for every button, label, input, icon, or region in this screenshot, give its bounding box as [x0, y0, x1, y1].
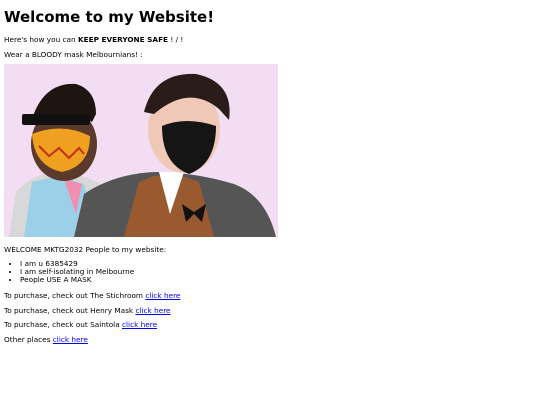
purchase-text: To purchase, check out Saintola — [4, 320, 122, 329]
purchase-line-stichroom: To purchase, check out The Stichroom cli… — [4, 291, 180, 300]
list-item: People USE A MASK — [20, 276, 134, 284]
page-title: Welcome to my Website! — [4, 8, 215, 26]
other-places-link[interactable]: click here — [53, 335, 88, 344]
info-list: I am u 6385429 I am self-isolating in Me… — [4, 260, 134, 284]
mask-subtitle: Wear a BLOODY mask Melbournians! : — [4, 50, 143, 59]
saintola-link[interactable]: click here — [122, 320, 157, 329]
intro-suffix: ! / ! — [168, 35, 184, 44]
intro-prefix: Here's how you can — [4, 35, 78, 44]
hero-illustration — [9, 73, 276, 237]
other-places-text: Other places — [4, 335, 53, 344]
welcome-text: WELCOME MKTG2032 People to my website: — [4, 245, 167, 254]
purchase-text: To purchase, check out Henry Mask — [4, 306, 136, 315]
left-sunglasses — [22, 114, 90, 125]
purchase-line-henry-mask: To purchase, check out Henry Mask click … — [4, 306, 171, 315]
intro-text: Here's how you can KEEP EVERYONE SAFE ! … — [4, 35, 183, 44]
intro-bold: KEEP EVERYONE SAFE — [77, 35, 169, 44]
stichroom-link[interactable]: click here — [145, 291, 180, 300]
purchase-text: To purchase, check out The Stichroom — [4, 291, 146, 300]
other-places-line: Other places click here — [4, 335, 88, 344]
hero-image — [4, 64, 278, 237]
purchase-line-saintola: To purchase, check out Saintola click he… — [4, 320, 157, 329]
henry-mask-link[interactable]: click here — [135, 306, 170, 315]
